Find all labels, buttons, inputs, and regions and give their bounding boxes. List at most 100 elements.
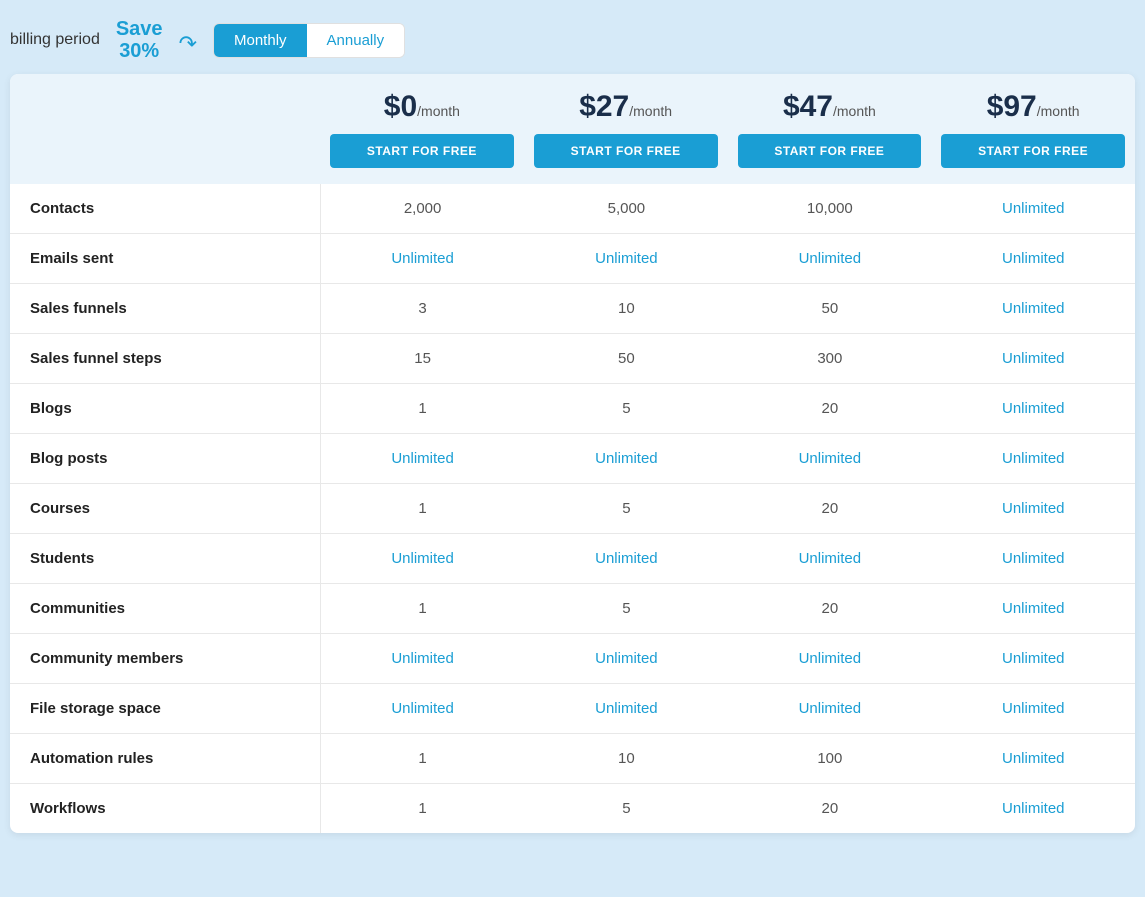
header-area: billing period Save30% ↷ Monthly Annuall…: [10, 10, 1135, 74]
plan-3-header: $97/month START FOR FREE: [931, 74, 1135, 184]
number-value: 2,000: [404, 200, 442, 217]
feature-1-plan-1: Unlimited: [525, 234, 728, 284]
feature-4-plan-3: Unlimited: [932, 384, 1135, 434]
feature-10-plan-0: Unlimited: [320, 684, 525, 734]
table-row: Blogs1520Unlimited: [10, 384, 1135, 434]
number-value: 20: [821, 600, 838, 617]
feature-10-plan-3: Unlimited: [932, 684, 1135, 734]
monthly-toggle-button[interactable]: Monthly: [214, 24, 307, 57]
plan-2-cta-button[interactable]: START FOR FREE: [738, 134, 922, 168]
feature-12-plan-0: 1: [320, 784, 525, 834]
unlimited-value: Unlimited: [1002, 250, 1065, 267]
table-row: File storage space Unlimited Unlimited Unli…: [10, 684, 1135, 734]
unlimited-value: Unlimited: [595, 450, 658, 467]
plan-3-period: /month: [1037, 103, 1080, 119]
unlimited-value: Unlimited: [1002, 200, 1065, 217]
feature-12-plan-3: Unlimited: [932, 784, 1135, 834]
unlimited-value: Unlimited: [799, 450, 862, 467]
feature-1-plan-3: Unlimited: [932, 234, 1135, 284]
number-value: 10: [618, 750, 635, 767]
unlimited-value: Unlimited: [391, 650, 454, 667]
feature-4-plan-0: 1: [320, 384, 525, 434]
feature-5-plan-2: Unlimited: [728, 434, 931, 484]
plan-2-period: /month: [833, 103, 876, 119]
annually-toggle-button[interactable]: Annually: [307, 24, 405, 57]
feature-8-plan-1: 5: [525, 584, 728, 634]
plan-0-header: $0/month START FOR FREE: [320, 74, 524, 184]
unlimited-value: Unlimited: [799, 550, 862, 567]
page-wrapper: billing period Save30% ↷ Monthly Annuall…: [0, 0, 1145, 853]
unlimited-value: Unlimited: [391, 450, 454, 467]
feature-name-11: Automation rules: [10, 734, 320, 784]
unlimited-value: Unlimited: [391, 250, 454, 267]
feature-8-plan-0: 1: [320, 584, 525, 634]
unlimited-value: Unlimited: [799, 250, 862, 267]
feature-name-6: Courses: [10, 484, 320, 534]
unlimited-value: Unlimited: [1002, 500, 1065, 517]
feature-7-plan-1: Unlimited: [525, 534, 728, 584]
feature-8-plan-2: 20: [728, 584, 931, 634]
feature-7-plan-0: Unlimited: [320, 534, 525, 584]
unlimited-value: Unlimited: [595, 650, 658, 667]
plan-3-cta-button[interactable]: START FOR FREE: [941, 134, 1125, 168]
feature-10-plan-1: Unlimited: [525, 684, 728, 734]
feature-7-plan-3: Unlimited: [932, 534, 1135, 584]
table-row: Community membersUnlimitedUnlimitedUnlim…: [10, 634, 1135, 684]
feature-0-plan-3: Unlimited: [932, 184, 1135, 234]
feature-11-plan-2: 100: [728, 734, 931, 784]
feature-3-plan-2: 300: [728, 334, 931, 384]
plan-2-amount: $47: [783, 90, 833, 123]
feature-4-plan-2: 20: [728, 384, 931, 434]
unlimited-value: Unlimited: [1002, 300, 1065, 317]
unlimited-value: Unlimited: [391, 550, 454, 567]
billing-period-label: billing period: [10, 31, 100, 49]
plan-1-price: $27/month: [534, 90, 718, 124]
feature-0-plan-2: 10,000: [728, 184, 931, 234]
unlimited-value: Unlimited: [799, 650, 862, 667]
feature-0-plan-1: 5,000: [525, 184, 728, 234]
number-value: 1: [418, 500, 426, 517]
plan-3-amount: $97: [987, 90, 1037, 123]
unlimited-value: Unlimited: [799, 700, 862, 717]
feature-2-plan-3: Unlimited: [932, 284, 1135, 334]
number-value: 20: [821, 800, 838, 817]
feature-6-plan-1: 5: [525, 484, 728, 534]
plan-1-cta-button[interactable]: START FOR FREE: [534, 134, 718, 168]
plan-0-cta-button[interactable]: START FOR FREE: [330, 134, 514, 168]
unlimited-value: Unlimited: [1002, 600, 1065, 617]
feature-7-plan-2: Unlimited: [728, 534, 931, 584]
table-row: Emails sentUnlimitedUnlimitedUnlimitedUn…: [10, 234, 1135, 284]
number-value: 50: [821, 300, 838, 317]
feature-9-plan-2: Unlimited: [728, 634, 931, 684]
number-value: 5: [622, 800, 630, 817]
feature-6-plan-0: 1: [320, 484, 525, 534]
feature-5-plan-0: Unlimited: [320, 434, 525, 484]
unlimited-value: Unlimited: [595, 250, 658, 267]
unlimited-value: Unlimited: [391, 700, 454, 717]
unlimited-value: Unlimited: [595, 700, 658, 717]
number-value: 10: [618, 300, 635, 317]
save-badge: Save30%: [116, 18, 163, 62]
number-value: 50: [618, 350, 635, 367]
feature-1-plan-0: Unlimited: [320, 234, 525, 284]
number-value: 5: [622, 500, 630, 517]
plan-0-period: /month: [417, 103, 460, 119]
feature-6-plan-2: 20: [728, 484, 931, 534]
feature-5-plan-1: Unlimited: [525, 434, 728, 484]
number-value: 1: [418, 400, 426, 417]
unlimited-value: Unlimited: [1002, 450, 1065, 467]
number-value: 1: [418, 800, 426, 817]
feature-name-10: File storage space: [10, 684, 320, 734]
number-value: 5: [622, 400, 630, 417]
unlimited-value: Unlimited: [1002, 700, 1065, 717]
unlimited-value: Unlimited: [595, 550, 658, 567]
feature-name-8: Communities: [10, 584, 320, 634]
feature-9-plan-0: Unlimited: [320, 634, 525, 684]
plan-1-amount: $27: [579, 90, 629, 123]
number-value: 20: [821, 500, 838, 517]
feature-11-plan-1: 10: [525, 734, 728, 784]
unlimited-value: Unlimited: [1002, 400, 1065, 417]
table-row: Sales funnel steps1550300Unlimited: [10, 334, 1135, 384]
unlimited-value: Unlimited: [1002, 550, 1065, 567]
number-value: 20: [821, 400, 838, 417]
